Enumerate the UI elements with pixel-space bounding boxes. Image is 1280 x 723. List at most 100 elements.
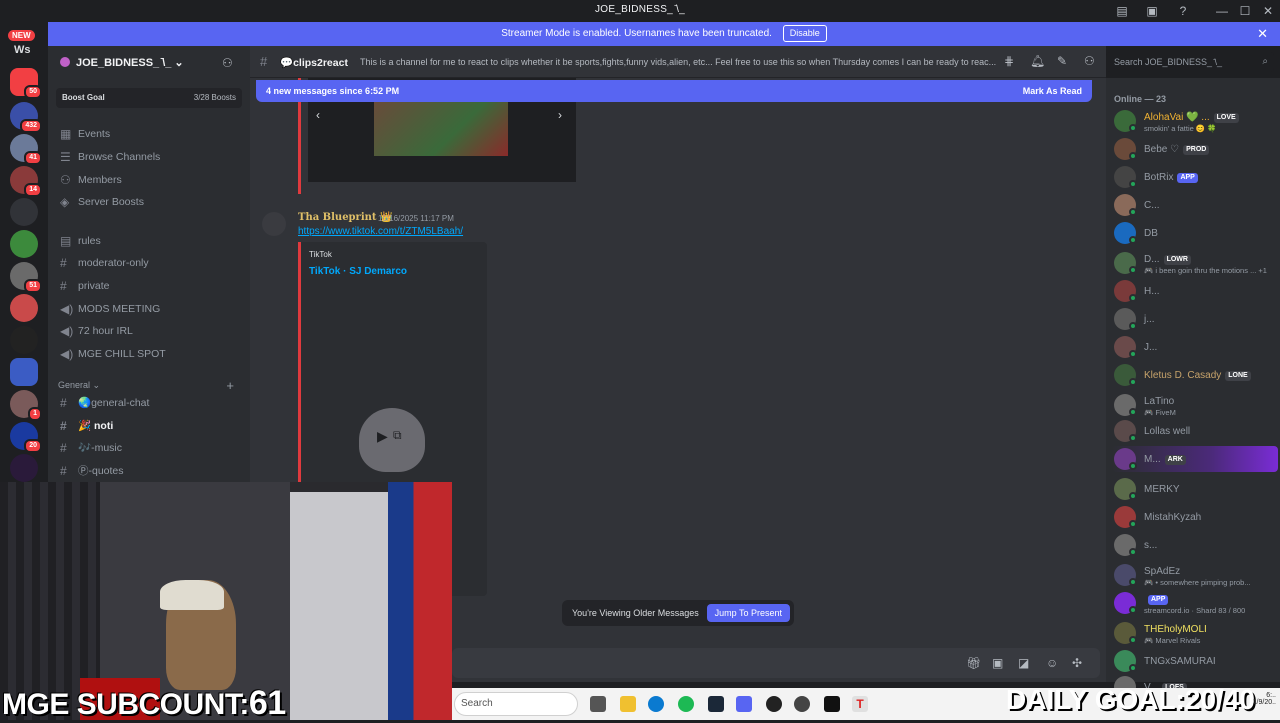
member-item[interactable]: j...	[1112, 306, 1278, 332]
message-composer[interactable]: 🎁︎ ▣ ◪ ☺ ✣	[452, 648, 1100, 678]
member-item[interactable]: Bebe ♡ PROD	[1112, 136, 1278, 162]
channel-private[interactable]: # private	[58, 276, 244, 296]
search-icon: ⌕	[1262, 56, 1268, 67]
bell-icon[interactable]: 🔔︎	[1030, 54, 1045, 68]
minimize-button[interactable]: —	[1214, 3, 1230, 19]
channel-music[interactable]: # 🎶-music	[58, 438, 244, 458]
boost-goal[interactable]: Boost Goal 3/28 Boosts	[56, 88, 242, 108]
member-item[interactable]: BotRix APP	[1112, 164, 1278, 190]
speaker-icon: ◀)	[60, 324, 74, 338]
gift-icon[interactable]: 🎁︎	[966, 656, 981, 670]
jump-to-present-button[interactable]: Jump To Present	[706, 604, 790, 622]
channel-mods-meeting[interactable]: ◀) MODS MEETING	[58, 299, 244, 319]
tiktok-icon[interactable]	[824, 696, 840, 712]
server-icon[interactable]: 51	[10, 262, 42, 293]
category-general[interactable]: General ⌄ +	[58, 378, 244, 393]
channel-rules[interactable]: ▤ rules	[58, 231, 244, 251]
steam-icon[interactable]	[708, 696, 724, 712]
server-icon[interactable]	[10, 454, 38, 482]
member-item[interactable]: J...	[1112, 334, 1278, 360]
member-item[interactable]: M... ARK	[1112, 446, 1278, 472]
avatar[interactable]	[262, 212, 286, 236]
member-item[interactable]: C...	[1112, 192, 1278, 218]
member-item[interactable]: MERKY	[1112, 476, 1278, 502]
search-input[interactable]: Search JOE_BIDNESS_ ̄\_ ⌕	[1106, 52, 1274, 72]
member-item[interactable]: SpAdEz 🎮 • somewhere pimping prob...	[1112, 562, 1278, 588]
message-link[interactable]: https://www.tiktok.com/t/ZTM5LBaah/	[298, 226, 463, 237]
embed-title[interactable]: TikTok · SJ Demarco	[309, 266, 407, 277]
task-view-icon[interactable]	[590, 696, 606, 712]
nav-server-boosts[interactable]: ◈ Server Boosts	[58, 192, 244, 212]
play-icon[interactable]: ▶	[377, 428, 388, 445]
taskbar-search[interactable]: Search	[454, 692, 578, 716]
pin-icon[interactable]: ✎	[1057, 54, 1067, 68]
add-member-icon[interactable]: ⚇	[222, 56, 233, 70]
channel-noti[interactable]: # 🎉 noti	[58, 416, 244, 436]
maximize-button[interactable]: ☐	[1237, 3, 1253, 19]
emoji-icon[interactable]: ☺	[1046, 656, 1058, 670]
member-item[interactable]: THEholyMOLI 🎮 Marvel Rivals	[1112, 620, 1278, 646]
member-item[interactable]: Lollas well	[1112, 418, 1278, 444]
sticker-icon[interactable]: ◪	[1018, 656, 1029, 670]
server-icon[interactable]: 1	[10, 390, 42, 421]
server-icon[interactable]: 432	[10, 102, 42, 133]
disable-streamer-mode-button[interactable]: Disable	[782, 25, 827, 42]
inbox-icon[interactable]: ▤	[1114, 3, 1130, 19]
server-icon[interactable]	[10, 198, 38, 226]
member-item[interactable]: Kletus D. Casady LONE	[1112, 362, 1278, 388]
video-thumbnail[interactable]	[374, 98, 508, 156]
member-item[interactable]: MistahKyzah	[1112, 504, 1278, 530]
spotify-icon[interactable]	[678, 696, 694, 712]
threads-icon[interactable]: ⋕	[1004, 54, 1014, 68]
app-icon[interactable]	[766, 696, 782, 712]
member-tag-badge: LOWR	[1163, 255, 1191, 265]
member-item[interactable]: AlohaVai 💚 ... LOVE smokin' a fattie 😊 🍀	[1112, 108, 1278, 134]
nav-members[interactable]: ⚇ Members	[58, 170, 244, 190]
member-item[interactable]: TNGxSAMURAI	[1112, 648, 1278, 674]
member-item[interactable]: s...	[1112, 532, 1278, 558]
channel-72-hour-irl[interactable]: ◀) 72 hour IRL	[58, 321, 244, 341]
nav-events[interactable]: ▦ Events	[58, 124, 244, 144]
taskbar-clock[interactable]: 6:.. 1/9/20..	[1232, 692, 1276, 706]
channel-quotes[interactable]: # Ⓟ-quotes	[58, 461, 244, 481]
banner-close-icon[interactable]: ✕	[1257, 22, 1268, 46]
new-messages-bar[interactable]: 4 new messages since 6:52 PM Mark As Rea…	[256, 80, 1092, 102]
member-item[interactable]: DB	[1112, 220, 1278, 246]
monitor-icon[interactable]: ▣	[1144, 3, 1160, 19]
server-icon[interactable]: 41	[10, 134, 42, 165]
nav-browse-channels[interactable]: ☰ Browse Channels	[58, 147, 244, 167]
member-name: BotRix APP	[1144, 172, 1198, 183]
apps-icon[interactable]: ✣	[1072, 656, 1082, 670]
t-app-icon[interactable]: T	[852, 696, 868, 712]
server-icon[interactable]	[10, 358, 38, 386]
channel-general-chat[interactable]: # 🌏general-chat	[58, 393, 244, 413]
channel-topic[interactable]: This is a channel for me to react to cli…	[360, 57, 1000, 67]
next-arrow-icon[interactable]: ›	[558, 108, 562, 122]
add-channel-icon[interactable]: +	[226, 378, 234, 393]
channel-mge-chill-spot[interactable]: ◀) MGE CHILL SPOT	[58, 344, 244, 364]
server-icon[interactable]: 20	[10, 422, 42, 453]
server-icon[interactable]	[10, 294, 38, 322]
member-item[interactable]: LaTino 🎮 FiveM	[1112, 392, 1278, 418]
file-explorer-icon[interactable]	[620, 696, 636, 712]
app-icon[interactable]	[794, 696, 810, 712]
mark-as-read-button[interactable]: Mark As Read	[1023, 80, 1082, 102]
server-icon[interactable]: 50	[10, 68, 42, 99]
video-placeholder-icon[interactable]: ▶ ⧉	[359, 408, 425, 472]
member-item[interactable]: D... LOWR 🎮 i been goin thru the motions .…	[1112, 250, 1278, 276]
channel-moderator-only[interactable]: # moderator-only	[58, 253, 244, 273]
discord-icon[interactable]	[736, 696, 752, 712]
member-list-icon[interactable]: ⚇	[1084, 54, 1095, 68]
member-item[interactable]: H...	[1112, 278, 1278, 304]
prev-arrow-icon[interactable]: ‹	[316, 108, 320, 122]
member-item[interactable]: APP streamcord.io · Shard 83 / 800	[1112, 590, 1278, 616]
server-icon[interactable]	[10, 326, 38, 354]
guild-name[interactable]: JOE_BIDNESS_ ̄\_ ⌄	[60, 56, 184, 69]
open-external-icon[interactable]: ⧉	[393, 428, 402, 443]
edge-icon[interactable]	[648, 696, 664, 712]
help-icon[interactable]: ?	[1175, 3, 1191, 19]
server-icon[interactable]	[10, 230, 38, 258]
gif-icon[interactable]: ▣	[992, 656, 1003, 670]
server-icon[interactable]: 14	[10, 166, 42, 197]
close-window-button[interactable]: ✕	[1260, 3, 1276, 19]
